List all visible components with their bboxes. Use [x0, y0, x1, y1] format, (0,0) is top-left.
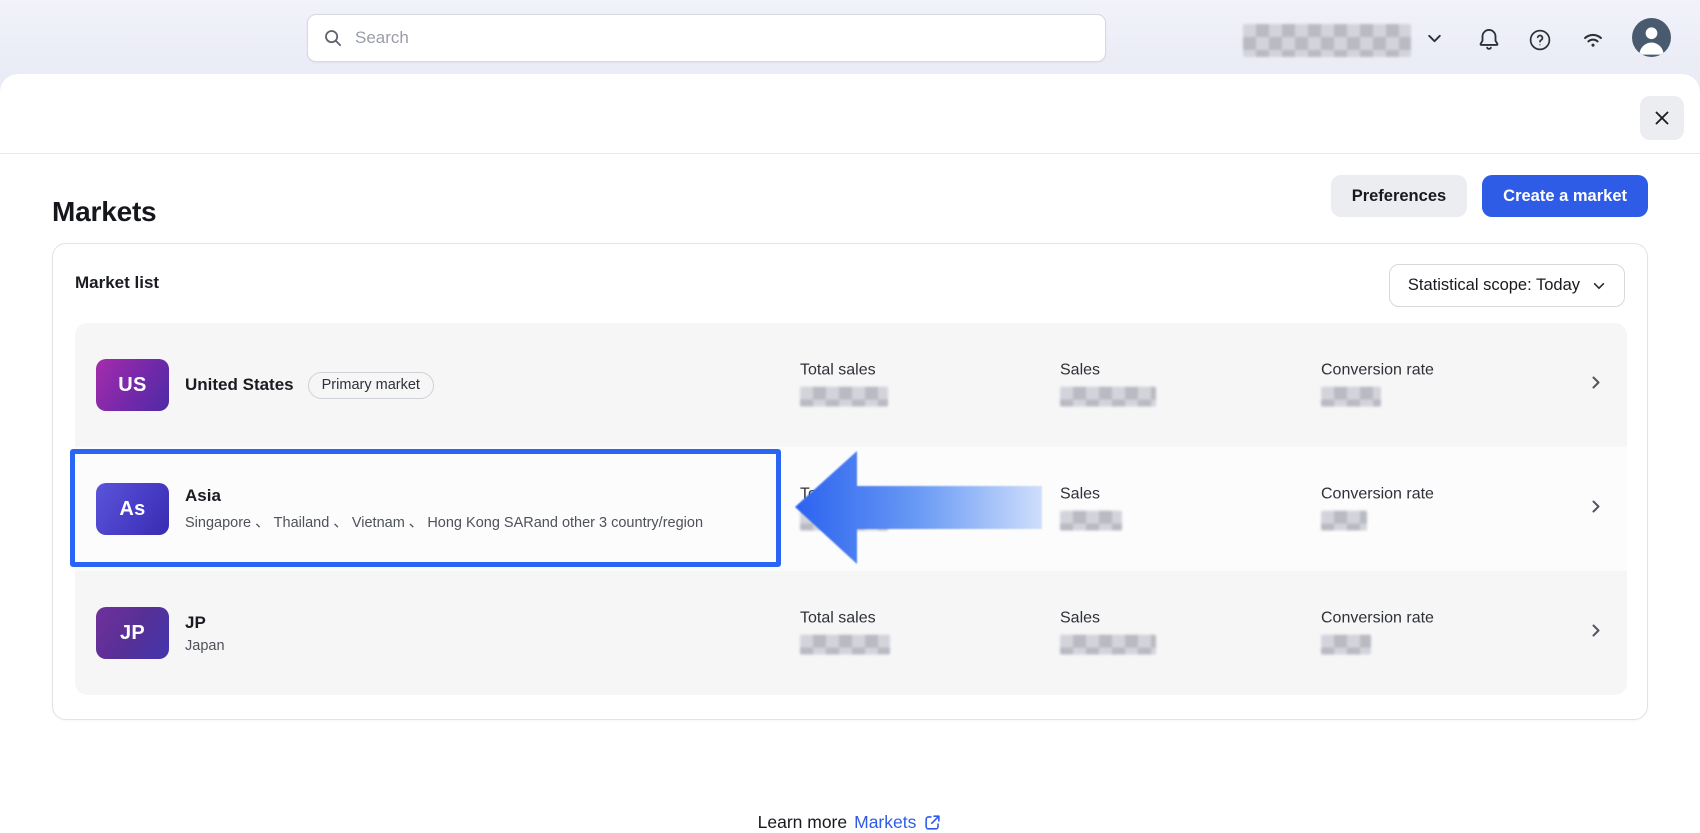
stat-value-redacted: [1060, 511, 1122, 531]
statistical-scope-select[interactable]: Statistical scope: Today: [1389, 264, 1625, 307]
search-icon: [323, 28, 343, 48]
market-subtitle: Singapore 、 Thailand 、 Vietnam 、 Hong Ko…: [185, 511, 703, 532]
market-name: United States: [185, 375, 294, 395]
avatar-icon[interactable]: [1632, 18, 1671, 57]
stat-sales-label: Sales: [1060, 610, 1156, 628]
scope-label: Statistical scope: Today: [1408, 276, 1580, 295]
close-button[interactable]: [1640, 96, 1684, 140]
stat-value-redacted: [1060, 635, 1156, 655]
market-subtitle: Japan: [185, 638, 225, 654]
stat-value-redacted: [1060, 387, 1156, 407]
market-row-asia[interactable]: As Asia Singapore 、 Thailand 、 Vietnam 、…: [75, 447, 1627, 571]
main-panel: Markets Preferences Create a market Mark…: [0, 74, 1700, 816]
header-divider: [0, 153, 1700, 154]
learn-more-text: Learn more: [758, 812, 848, 833]
create-market-button[interactable]: Create a market: [1482, 175, 1648, 217]
chevron-right-icon[interactable]: [1588, 499, 1604, 520]
stat-total-sales-label: Total sales: [800, 362, 888, 380]
wifi-icon[interactable]: [1580, 27, 1606, 52]
search-input[interactable]: [353, 27, 1090, 49]
stat-conversion-rate-label: Conversion rate: [1321, 486, 1434, 504]
stat-conversion-rate: Conversion rate: [1321, 610, 1434, 655]
learn-more-row: Learn more Markets: [0, 812, 1700, 833]
stat-total-sales: Total sales: [800, 610, 890, 655]
market-list: US United States Primary market Total sa…: [75, 323, 1627, 695]
badge-code: JP: [120, 622, 145, 645]
store-name-redacted[interactable]: [1243, 24, 1411, 57]
market-badge-as: As: [96, 483, 169, 535]
stat-total-sales: Total sales: [800, 486, 888, 531]
stat-conversion-rate-label: Conversion rate: [1321, 362, 1434, 380]
chevron-down-icon: [1592, 279, 1606, 293]
learn-more-link-label: Markets: [854, 812, 916, 833]
page-title: Markets: [52, 196, 156, 228]
store-switcher-chevron-down-icon[interactable]: [1424, 30, 1444, 46]
stat-value-redacted: [1321, 635, 1371, 655]
stat-conversion-rate: Conversion rate: [1321, 486, 1434, 531]
stat-value-redacted: [800, 635, 890, 655]
close-icon: [1652, 108, 1672, 128]
chevron-right-icon[interactable]: [1588, 623, 1604, 644]
market-list-card: Market list Statistical scope: Today US …: [52, 243, 1648, 720]
stat-sales: Sales: [1060, 362, 1156, 407]
help-icon[interactable]: [1528, 28, 1552, 52]
stat-value-redacted: [800, 387, 888, 407]
stat-value-redacted: [1321, 387, 1381, 407]
stat-sales: Sales: [1060, 610, 1156, 655]
market-row-jp[interactable]: JP JP Japan Total sales Sales Co: [75, 571, 1627, 695]
global-search[interactable]: [307, 14, 1106, 62]
markets-learn-more-link[interactable]: Markets: [854, 812, 942, 833]
market-row-united-states[interactable]: US United States Primary market Total sa…: [75, 323, 1627, 447]
stat-total-sales: Total sales: [800, 362, 888, 407]
preferences-button[interactable]: Preferences: [1331, 175, 1467, 217]
chevron-right-icon[interactable]: [1588, 375, 1604, 396]
stat-total-sales-label: Total sales: [800, 610, 890, 628]
bell-icon[interactable]: [1476, 26, 1502, 53]
market-badge-jp: JP: [96, 607, 169, 659]
stat-value-redacted: [800, 511, 888, 531]
stat-total-sales-label: Total sales: [800, 486, 888, 504]
card-title: Market list: [75, 273, 159, 293]
page-actions: Preferences Create a market: [1331, 175, 1648, 217]
primary-market-badge: Primary market: [308, 372, 434, 399]
market-name: Asia: [185, 486, 221, 506]
market-name: JP: [185, 613, 206, 633]
stat-sales: Sales: [1060, 486, 1122, 531]
badge-code: As: [119, 498, 145, 521]
stat-conversion-rate: Conversion rate: [1321, 362, 1434, 407]
stat-sales-label: Sales: [1060, 486, 1122, 504]
market-badge-us: US: [96, 359, 169, 411]
stat-value-redacted: [1321, 511, 1367, 531]
stat-conversion-rate-label: Conversion rate: [1321, 610, 1434, 628]
badge-code: US: [118, 374, 146, 397]
stat-sales-label: Sales: [1060, 362, 1156, 380]
